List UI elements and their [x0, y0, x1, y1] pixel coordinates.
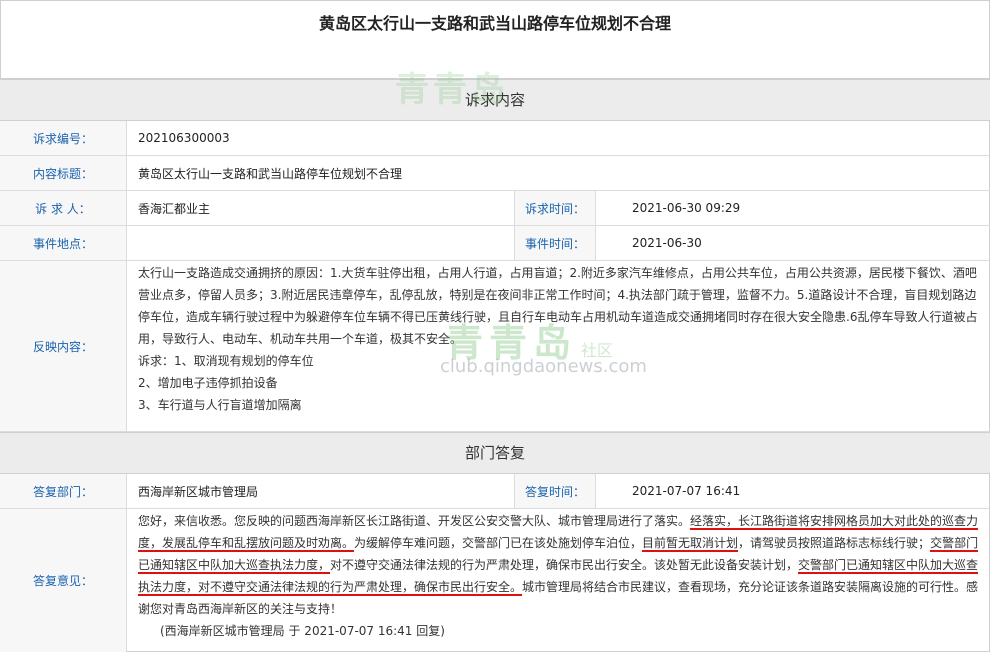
row-reply-opinion: 答复意见： 您好，来信收悉。您反映的问题西海岸新区长江路街道、开发区公安交警大队…	[0, 509, 990, 652]
demand-2: 2、增加电子违停抓拍设备	[138, 376, 278, 390]
reply-opinion-text: 您好，来信收悉。您反映的问题西海岸新区长江路街道、开发区公安交警大队、城市管理局…	[138, 510, 980, 620]
row-requester: 诉 求 人： 香海汇都业主 诉求时间： 2021-06-30 09:29	[0, 191, 990, 226]
appeal-section-header: 诉求内容	[0, 79, 990, 121]
row-subject: 内容标题： 黄岛区太行山一支路和武当山路停车位规划不合理	[0, 156, 990, 191]
reply-section-title: 部门答复	[464, 444, 525, 462]
reply-time-label: 答复时间：	[514, 474, 596, 508]
page-title-bar: 黄岛区太行山一支路和武当山路停车位规划不合理	[0, 0, 990, 79]
reply-s1: 您好，来信收悉。您反映的问题西海岸新区长江路街道、开发区公安交警大队、城市管理局…	[138, 514, 691, 528]
demand-3: 3、车行道与人行盲道增加隔离	[138, 398, 302, 412]
location-label: 事件地点：	[0, 226, 127, 260]
event-time-value: 2021-06-30	[632, 236, 702, 250]
demand-1: 诉求：1、取消现有规划的停车位	[138, 354, 314, 368]
reply-opinion-body: 您好，来信收悉。您反映的问题西海岸新区长江路街道、开发区公安交警大队、城市管理局…	[138, 510, 980, 642]
row-content: 反映内容： 太行山一支路造成交通拥挤的原因：1.大货车驻停出租，占用人行道，占用…	[0, 261, 990, 432]
reply-s4: 目前暂无取消计划	[642, 536, 739, 552]
content-body: 太行山一支路造成交通拥挤的原因：1.大货车驻停出租，占用人行道，占用盲道；2.附…	[138, 262, 980, 416]
reply-opinion-label: 答复意见：	[0, 509, 127, 652]
subject-label: 内容标题：	[0, 156, 127, 190]
subject-value: 黄岛区太行山一支路和武当山路停车位规划不合理	[138, 166, 403, 181]
reply-s3: 为缓解停车难问题，交警部门已在该处施划停车泊位，	[354, 536, 643, 550]
page-title: 黄岛区太行山一支路和武当山路停车位规划不合理	[318, 14, 671, 33]
appeal-section-title: 诉求内容	[464, 91, 525, 109]
appeal-id-value: 202106300003	[138, 131, 230, 145]
content-paragraph: 太行山一支路造成交通拥挤的原因：1.大货车驻停出租，占用人行道，占用盲道；2.附…	[138, 266, 978, 346]
requester-value: 香海汇都业主	[138, 201, 211, 216]
appeal-time-value: 2021-06-30 09:29	[632, 201, 741, 215]
reply-s5: ，请驾驶员按照道路标志标线行驶；	[738, 536, 931, 550]
row-reply-dept: 答复部门： 西海岸新区城市管理局 答复时间： 2021-07-07 16:41	[0, 474, 990, 509]
reply-dept-value: 西海岸新区城市管理局	[138, 484, 259, 499]
row-location: 事件地点： 事件时间： 2021-06-30	[0, 226, 990, 261]
appeal-time-label: 诉求时间：	[514, 191, 596, 225]
reply-s7: 对不遵守交通法律法规的行为严肃处理，确保市民出行安全。	[330, 558, 655, 572]
content-label: 反映内容：	[0, 261, 127, 431]
reply-signature: (西海岸新区城市管理局 于 2021-07-07 16:41 回复)	[160, 624, 445, 638]
appeal-id-label: 诉求编号：	[0, 121, 127, 155]
reply-section-header: 部门答复	[0, 432, 990, 474]
row-appeal-id: 诉求编号： 202106300003	[0, 121, 990, 156]
reply-time-value: 2021-07-07 16:41	[632, 484, 741, 498]
requester-label: 诉 求 人：	[0, 191, 127, 225]
reply-s8: 该处暂无此设备安装计划，	[654, 558, 799, 572]
reply-dept-label: 答复部门：	[0, 474, 127, 508]
event-time-label: 事件时间：	[514, 226, 596, 260]
